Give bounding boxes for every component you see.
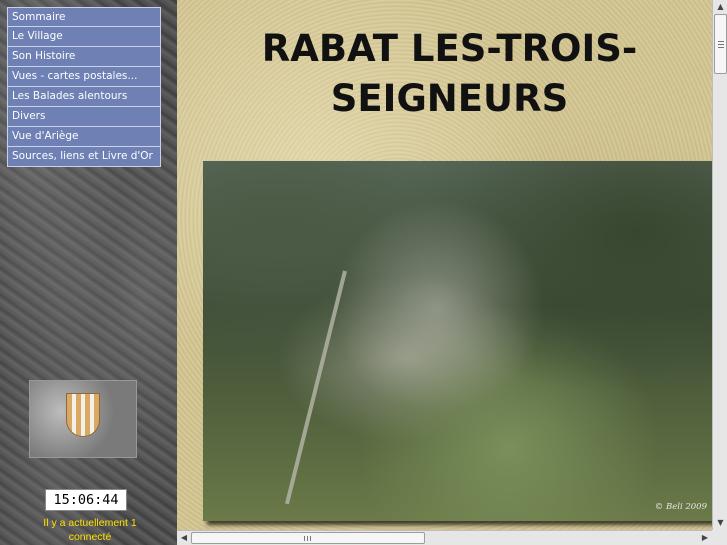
page-title-line2: SEIGNEURS (330, 77, 569, 120)
clock-display: 15:06:44 (45, 489, 127, 511)
grip-line (718, 47, 724, 48)
menu-item-vues-cartes-postales[interactable]: Vues - cartes postales... (7, 67, 161, 87)
menu-item-le-village[interactable]: Le Village (7, 27, 161, 47)
scroll-up-icon[interactable]: ▲ (713, 0, 727, 14)
grip-line (718, 41, 724, 42)
vertical-scrollbar[interactable]: ▲ ▼ (712, 0, 727, 530)
horizontal-scrollbar[interactable]: ◀ ▶ (177, 530, 712, 545)
scroll-right-icon[interactable]: ▶ (698, 531, 712, 545)
coat-of-arms-image (29, 380, 137, 458)
scroll-down-icon[interactable]: ▼ (713, 516, 727, 530)
main-menu: Sommaire Le Village Son Histoire Vues - … (7, 7, 161, 167)
menu-item-son-histoire[interactable]: Son Histoire (7, 47, 161, 67)
shield-icon (66, 393, 100, 437)
photo-credit: © Beli 2009 (654, 502, 707, 512)
grip-line (310, 536, 311, 541)
menu-item-sommaire[interactable]: Sommaire (7, 7, 161, 27)
grip-line (718, 44, 724, 45)
page-title: RABAT LES-TROIS- SEIGNEURS (177, 24, 712, 124)
main-content-frame: RABAT LES-TROIS- SEIGNEURS © Beli 2009 (177, 0, 727, 545)
menu-item-balades-alentours[interactable]: Les Balades alentours (7, 87, 161, 107)
menu-item-divers[interactable]: Divers (7, 107, 161, 127)
horizontal-scroll-thumb[interactable] (191, 532, 425, 544)
vertical-scroll-thumb[interactable] (714, 14, 727, 74)
scroll-left-icon[interactable]: ◀ (177, 531, 191, 545)
online-counter: Il y a actuellement 1 connecté (20, 516, 160, 544)
menu-item-sources-liens-livre-dor[interactable]: Sources, liens et Livre d'Or (7, 147, 161, 167)
online-counter-line2: connecté (68, 531, 112, 543)
page-title-line1: RABAT LES-TROIS- (261, 27, 638, 70)
scrollbar-corner (712, 530, 727, 545)
grip-line (304, 536, 305, 541)
online-counter-line1: Il y a actuellement 1 (43, 517, 137, 529)
aerial-village-photo: © Beli 2009 (203, 161, 713, 521)
photo-village-area (323, 191, 553, 421)
menu-item-vue-dariege[interactable]: Vue d'Ariège (7, 127, 161, 147)
left-navigation-frame: Sommaire Le Village Son Histoire Vues - … (0, 0, 177, 545)
grip-line (307, 536, 308, 541)
